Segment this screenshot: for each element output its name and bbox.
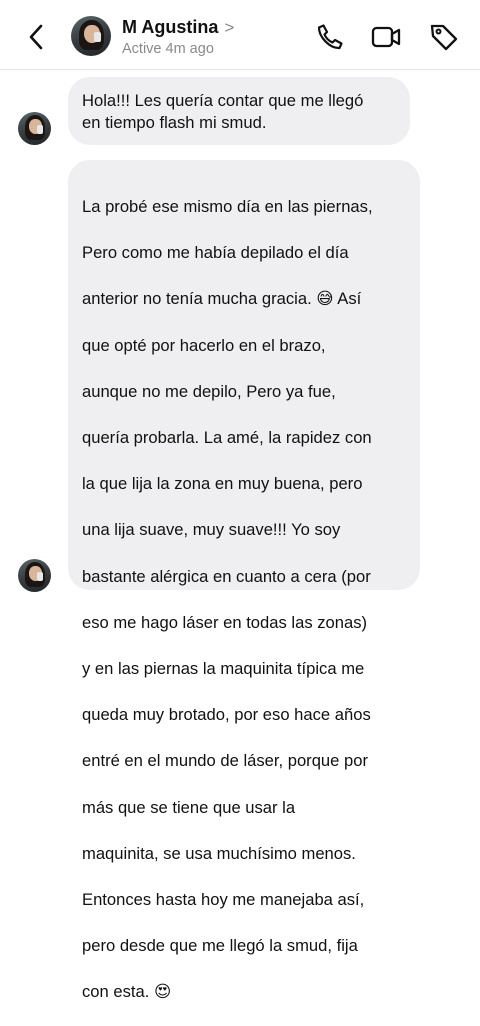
message-line: La probé ese mismo día en las piernas,: [82, 197, 373, 217]
message-line: con esta. 😍: [82, 982, 172, 1002]
sender-avatar[interactable]: [18, 559, 51, 592]
contact-status: Active 4m ago: [122, 41, 214, 57]
message-line: entré en el mundo de láser, porque por: [82, 751, 368, 771]
message-line: anterior no tenía mucha gracia. 😅 Así: [82, 289, 362, 309]
message-line: pero desde que me llegó la smud, fija: [82, 936, 358, 956]
contact-name[interactable]: M Agustina >: [122, 17, 234, 38]
phone-icon[interactable]: [314, 21, 346, 53]
chevron-right-icon: >: [224, 18, 235, 37]
message-bubble[interactable]: Hola!!! Les quería contar que me llegó e…: [68, 77, 410, 145]
sender-avatar[interactable]: [18, 112, 51, 145]
message-bubble[interactable]: La probé ese mismo día en las piernas, P…: [68, 160, 420, 1001]
message-line: queda muy brotado, por eso hace años: [82, 705, 371, 725]
video-camera-icon[interactable]: [370, 21, 402, 53]
message-line: una lija suave, muy suave!!! Yo soy: [82, 520, 341, 540]
tag-icon[interactable]: [428, 21, 460, 53]
message-line: más que se tiene que usar la: [82, 797, 296, 817]
message-line: bastante alérgica en cuanto a cera (por: [82, 566, 371, 586]
message-line: Entonces hasta hoy me manejaba así,: [82, 889, 365, 909]
message-line: aunque no me depilo, Pero ya fue,: [82, 381, 336, 401]
contact-avatar[interactable]: [71, 16, 111, 56]
message-line: quería probarla. La amé, la rapidez con: [82, 428, 372, 448]
chevron-left-icon[interactable]: [22, 20, 52, 54]
contact-name-text: M Agustina: [122, 17, 219, 37]
message-line: y en las piernas la maquinita típica me: [82, 658, 365, 678]
message-line: Pero como me había depilado el día: [82, 243, 349, 263]
message-line: la que lija la zona en muy buena, pero: [82, 474, 363, 494]
chat-header: M Agustina > Active 4m ago: [0, 0, 480, 70]
message-line: eso me hago láser en todas las zonas): [82, 612, 368, 632]
message-line: que opté por hacerlo en el brazo,: [82, 335, 326, 355]
message-line: maquinita, se usa muchísimo menos.: [82, 843, 356, 863]
